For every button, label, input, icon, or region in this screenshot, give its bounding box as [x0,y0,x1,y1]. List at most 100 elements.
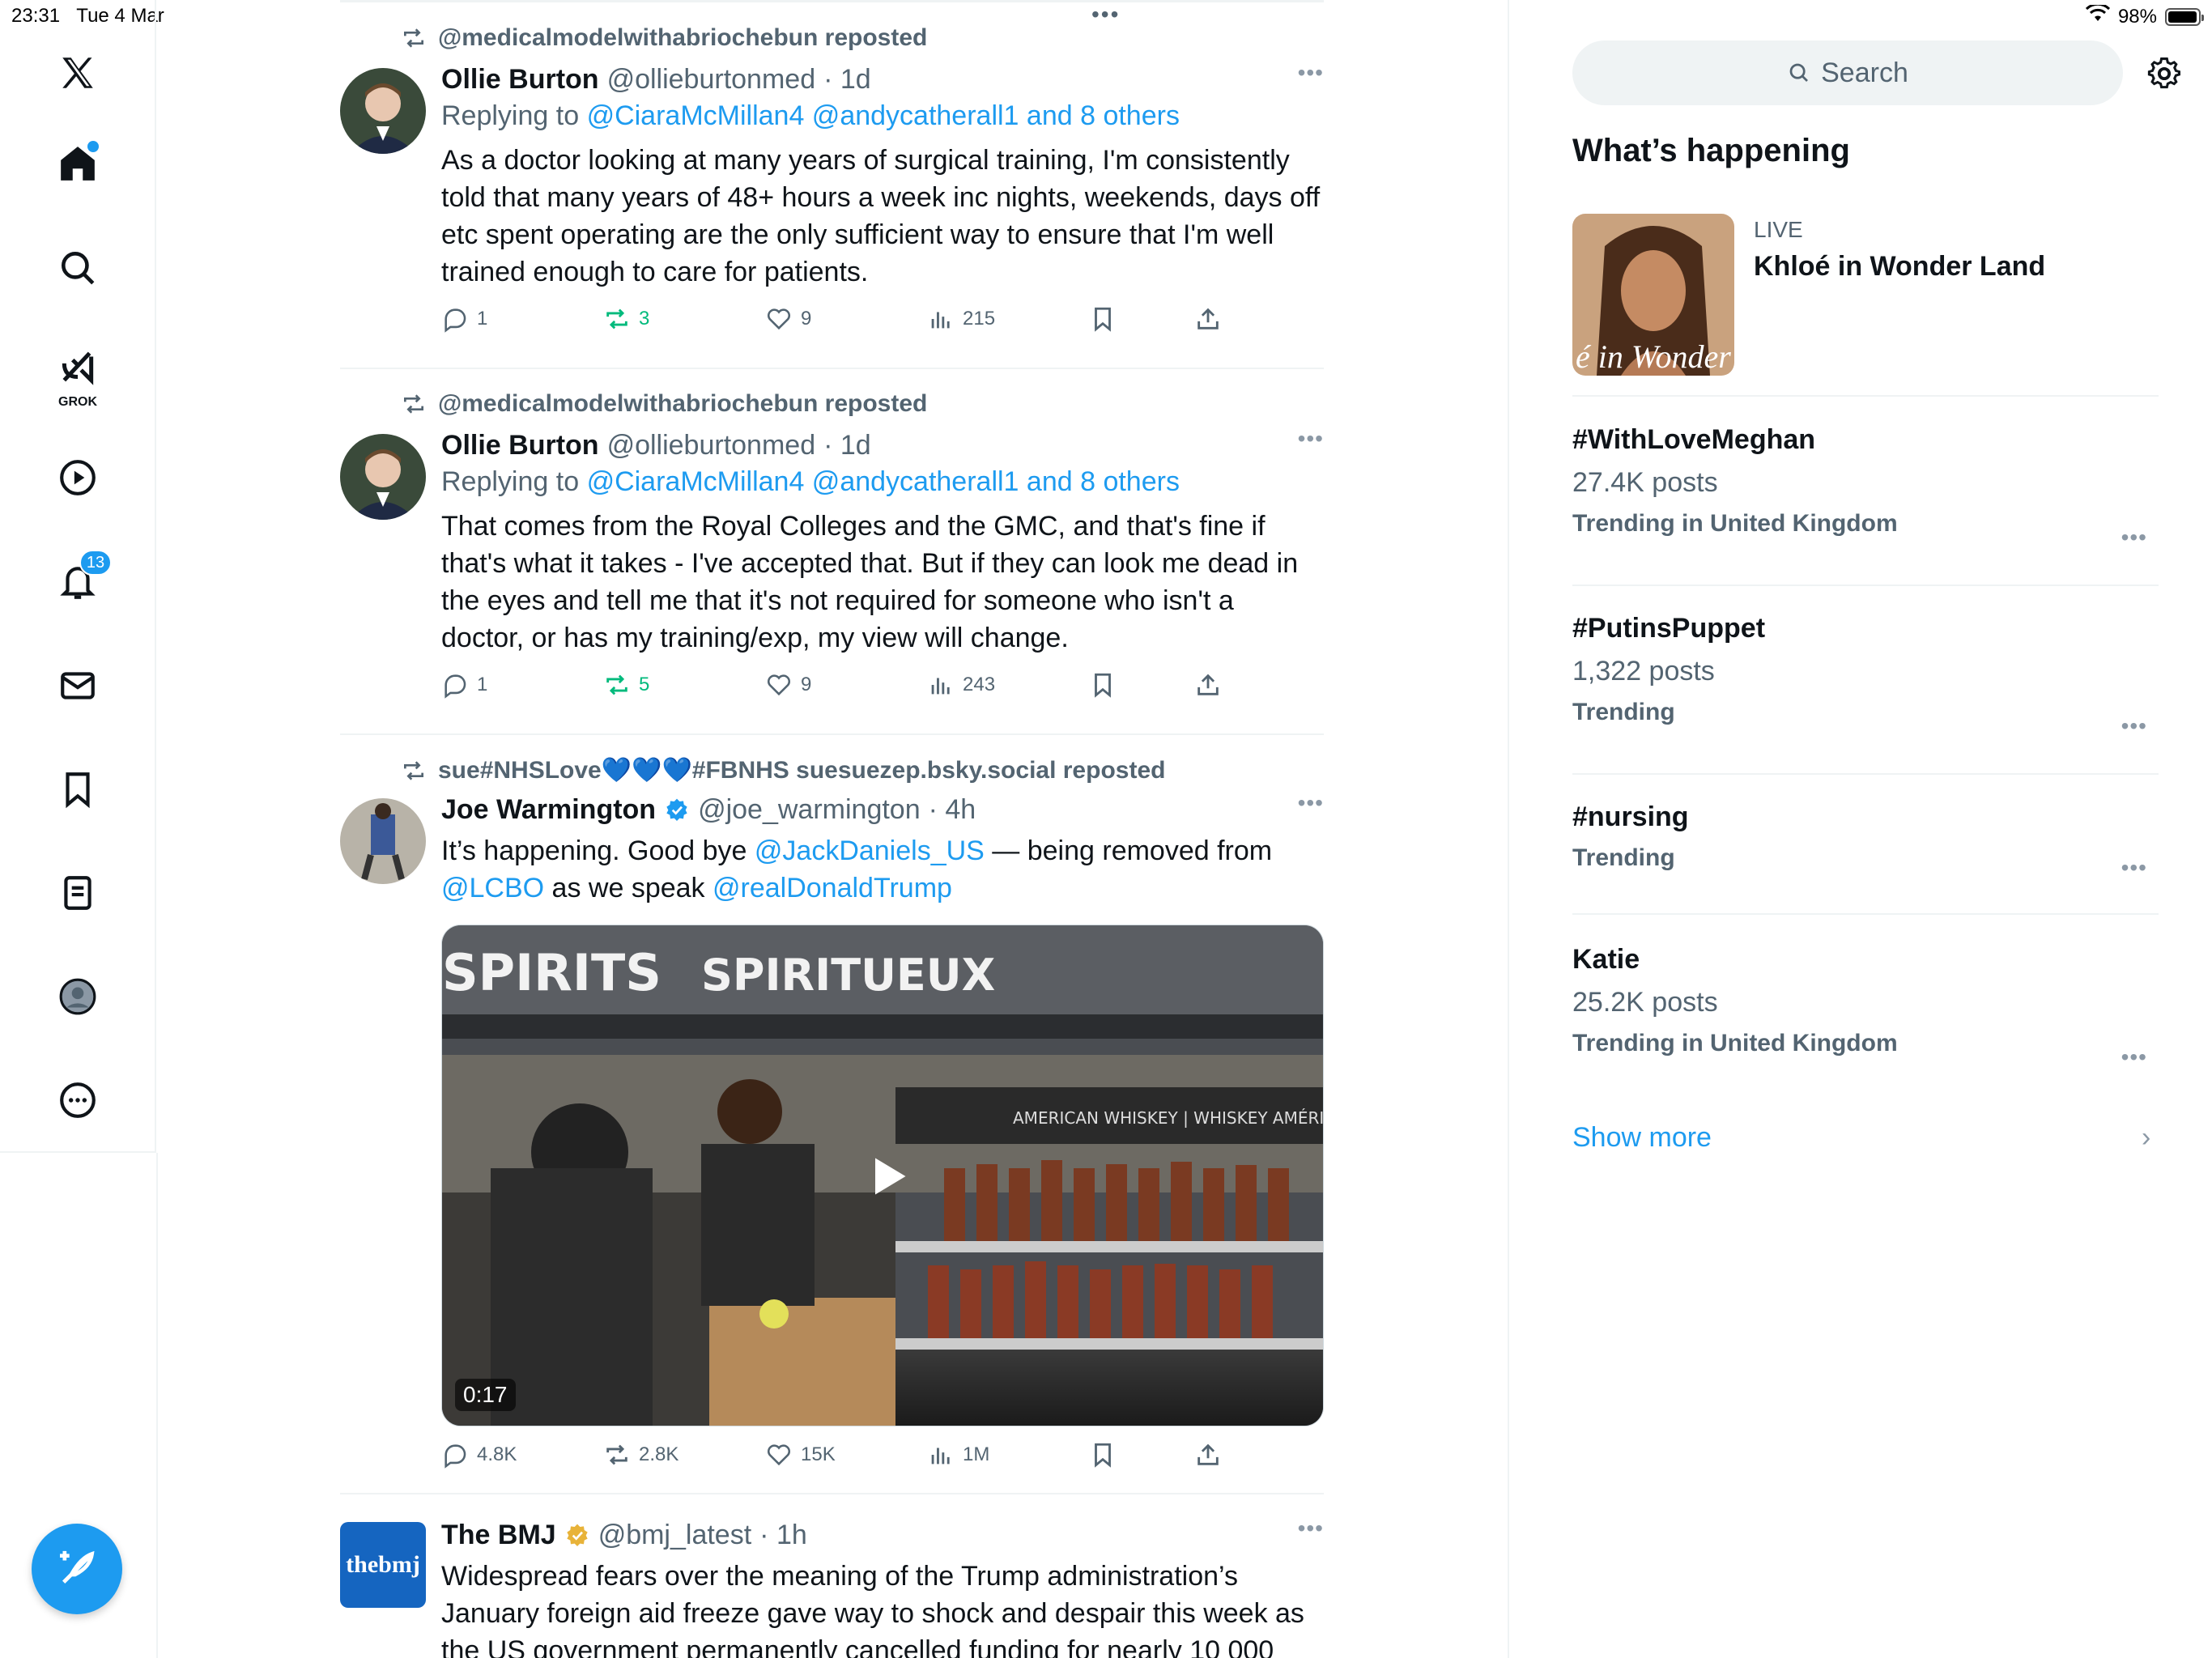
like-count: 9 [801,308,812,329]
video-play-icon[interactable] [37,437,118,518]
tweet-time[interactable]: · 1d [823,64,871,96]
repost-button[interactable]: 3 [603,305,649,333]
heart-icon [767,1444,791,1466]
trend-context: Trending [1572,844,1675,871]
avatar[interactable] [340,68,426,154]
repost-button[interactable]: 5 [603,671,649,699]
video-sign-text: AMERICAN WHISKEY | WHISKEY AMÉRIC [1013,1108,1324,1128]
tweet-body: Ollie Burton @ollieburtonmed · 1d ••• Re… [441,60,1324,341]
views-chart-icon [931,1448,950,1465]
author-name[interactable]: The BMJ [441,1520,556,1551]
trend-more-icon[interactable]: ••• [2121,713,2147,739]
bookmark-icon[interactable] [37,749,118,830]
tweet-time[interactable]: · 4h [929,794,976,826]
share-button[interactable] [1194,671,1222,699]
compose-post-button[interactable] [32,1524,122,1614]
bookmark-button[interactable] [1089,1441,1117,1469]
whats-happening-title: What’s happening [1572,133,1850,168]
bookmark-button[interactable] [1089,671,1117,699]
author-name[interactable]: Ollie Burton [441,64,599,96]
bookmark-button[interactable] [1089,305,1117,333]
tweet-text-part: as we speak [544,873,713,903]
author-handle[interactable]: @bmj_latest [598,1520,751,1551]
like-count: 15K [801,1443,836,1465]
trend-item[interactable]: #nursing Trending ••• [1572,801,2159,915]
author-handle[interactable]: @joe_warmington [698,794,921,826]
avatar[interactable] [340,798,426,884]
lists-icon[interactable] [37,852,118,933]
tweet-text: As a doctor looking at many years of sur… [441,145,1321,287]
author-name[interactable]: Joe Warmington [441,794,656,826]
tweet-header: Joe Warmington @joe_warmington · 4h [441,790,1324,829]
show-more-link[interactable]: Show more [1572,1122,1712,1154]
reply-button[interactable]: 4.8K [441,1441,517,1469]
avatar[interactable] [340,434,426,520]
trend-item[interactable]: Katie 25.2K posts Trending in United Kin… [1572,944,2159,1090]
video-sign-text: SPIRITS [442,943,661,1002]
share-button[interactable] [1194,305,1222,333]
author-name[interactable]: Ollie Burton [441,430,599,461]
repost-button[interactable]: 2.8K [603,1441,678,1469]
play-icon[interactable] [863,1152,912,1201]
search-input[interactable]: Search [1572,40,2123,105]
trend-item[interactable]: #PutinsPuppet 1,322 posts Trending ••• [1572,613,2159,775]
like-count: 9 [801,674,812,695]
tweet[interactable]: thebmj The BMJ @bmj_latest · 1h ••• Wide… [340,1516,1324,1658]
tweet-more-icon[interactable]: ••• [1298,60,1324,86]
tweet-actions: 4.8K 2.8K 15K 1M [441,1441,1324,1477]
more-circle-icon[interactable] [37,1060,118,1141]
mention-link[interactable]: @LCBO [441,873,544,903]
video-player[interactable]: SPIRITS SPIRITUEUX AMERICAN WHISKEY | WH… [441,925,1324,1426]
replying-to-users[interactable]: @CiaraMcMillan4 @andycatherall1 and 8 ot… [587,466,1180,497]
tweet-time[interactable]: · 1h [759,1520,807,1551]
trend-more-icon[interactable]: ••• [2121,855,2147,881]
reposted-by-label: @medicalmodelwithabriochebun reposted [438,390,928,417]
like-button[interactable]: 9 [765,671,811,699]
author-handle[interactable]: @ollieburtonmed [607,64,816,96]
tweet-more-icon[interactable]: ••• [1298,790,1324,816]
tweet-text: That comes from the Royal Colleges and t… [441,511,1299,653]
reply-button[interactable]: 1 [441,671,487,699]
tweet-more-icon[interactable]: ••• [1298,1516,1324,1541]
tweet-time[interactable]: · 1d [823,430,871,461]
trend-context: Trending in United Kingdom [1572,1030,1898,1056]
author-handle[interactable]: @ollieburtonmed [607,430,816,461]
like-button[interactable]: 15K [765,1441,836,1469]
tweet-text-part: It’s happening. Good bye [441,835,755,866]
tweet[interactable]: @medicalmodelwithabriochebun reposted Ol… [340,390,1324,735]
tweet[interactable]: @medicalmodelwithabriochebun reposted Ol… [340,24,1324,369]
heart-icon [767,674,791,696]
messages-envelope-icon[interactable] [37,645,118,726]
trend-item[interactable]: #WithLoveMeghan 27.4K posts Trending in … [1572,424,2159,586]
share-button[interactable] [1194,1441,1222,1469]
mention-link[interactable]: @realDonaldTrump [713,873,952,903]
tweet[interactable]: sue#NHSLove💙💙💙#FBNHS suesuezep.bsky.soci… [340,756,1324,1494]
profile-avatar-icon[interactable] [37,956,118,1037]
grok-icon[interactable]: GROK [37,332,118,413]
settings-gear-icon[interactable] [2146,55,2183,92]
compose-feather-icon [60,1550,95,1584]
chevron-right-icon[interactable]: › [2142,1122,2150,1154]
reply-button[interactable]: 1 [441,305,487,333]
search-icon[interactable] [37,227,118,308]
views-button[interactable]: 1M [927,1441,989,1469]
views-chart-icon [931,312,950,329]
bookmark-icon [1095,1443,1111,1468]
tweet-more-icon[interactable]: ••• [1298,426,1324,452]
reposted-by-label: sue#NHSLove💙💙💙#FBNHS suesuezep.bsky.soci… [438,757,1166,784]
live-event-card[interactable]: é in Wonder L LIVE Khloé in Wonder Land [1572,214,2159,397]
trend-more-icon[interactable]: ••• [2121,1044,2147,1070]
notifications-bell-icon[interactable]: 13 [37,542,118,623]
home-icon[interactable] [37,123,118,204]
video-duration: 0:17 [455,1379,516,1411]
trend-more-icon[interactable]: ••• [2121,525,2147,551]
views-button[interactable]: 215 [927,305,995,333]
avatar[interactable]: thebmj [340,1522,426,1608]
like-button[interactable]: 9 [765,305,811,333]
live-title: Khloé in Wonder Land [1754,251,2046,282]
mention-link[interactable]: @JackDaniels_US [755,835,985,866]
trend-posts: 1,322 posts [1572,656,1715,687]
x-logo-icon[interactable] [37,32,118,113]
replying-to-users[interactable]: @CiaraMcMillan4 @andycatherall1 and 8 ot… [587,100,1180,131]
views-button[interactable]: 243 [927,671,995,699]
